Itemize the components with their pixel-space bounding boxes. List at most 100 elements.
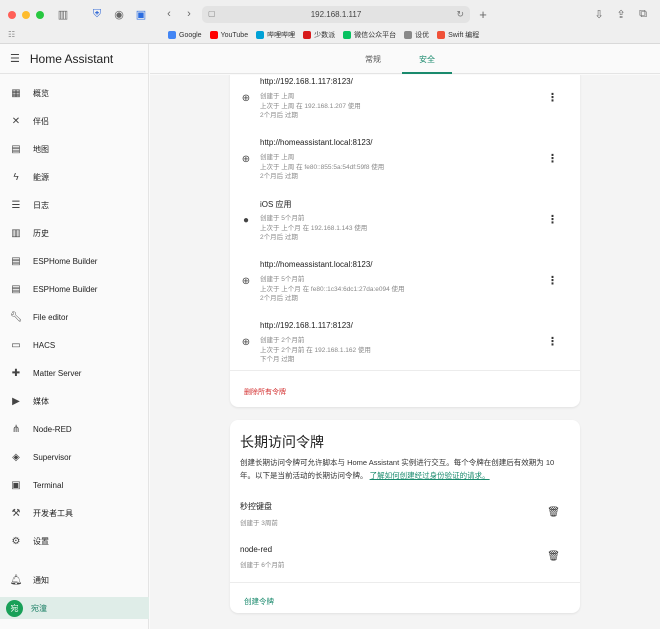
more-vert-icon[interactable]: ⋮ — [547, 91, 558, 104]
tab-general[interactable]: 常规 — [348, 44, 398, 74]
sidebar-header: ☰ Home Assistant — [0, 44, 148, 74]
close-window-button[interactable] — [8, 11, 16, 19]
sidebar-item[interactable]: ◈ Supervisor — [0, 446, 149, 468]
token-created: 创建于 2个月前 — [260, 337, 305, 344]
sidebar-item-label: Matter Server — [33, 368, 82, 378]
delete-token-button[interactable]: 🗑︎ — [547, 551, 560, 562]
globe-icon: ⊕ — [241, 153, 251, 165]
sidebar-item-label: ESPHome Builder — [33, 256, 98, 266]
sidebar-item[interactable]: ▥ 历史 — [0, 222, 149, 244]
minimize-window-button[interactable] — [22, 11, 30, 19]
sidebar-item[interactable]: ✚ Matter Server — [0, 362, 149, 384]
bookmark-favicon-icon — [303, 31, 312, 39]
token-title: http://homeassistant.local:8123/ — [260, 260, 373, 269]
sidebar-item[interactable]: ▭ HACS — [0, 334, 149, 356]
extension-icon[interactable]: ◉ — [112, 7, 126, 21]
bookmark-item[interactable]: 哔哩哔哩 — [256, 30, 295, 40]
menu-icon[interactable]: ☰ — [10, 52, 20, 65]
token-created: 创建于 5个月前 — [260, 215, 305, 222]
sidebar-item-label: Supervisor — [33, 452, 72, 462]
more-vert-icon[interactable]: ⋮ — [547, 152, 558, 165]
avatar: 宛 — [6, 599, 23, 617]
refresh-tokens-card: ⊕ http://192.168.1.117:8123/创建于 上周 上次于 上周 … — [230, 75, 580, 407]
sidebar-item-label: 媒体 — [33, 396, 49, 406]
sidebar-item-label: 通知 — [33, 575, 49, 585]
bookmark-item[interactable]: 少数派 — [303, 30, 335, 40]
token-created: 创建于 3周前 — [240, 520, 278, 527]
bookmark-item[interactable]: Swift 编程 — [437, 30, 479, 40]
tabs-overview-icon[interactable]: ⧉ — [636, 7, 650, 21]
profile-tabs: 常规 安全 — [150, 44, 660, 74]
sidebar-item-label: 地图 — [33, 144, 49, 154]
more-vert-icon[interactable]: ⋮ — [547, 274, 558, 287]
token-last-used: 上次于 2个月前 在 192.168.1.162 使用 — [260, 346, 371, 354]
more-vert-icon[interactable]: ⋮ — [547, 213, 558, 226]
sidebar-item-label: 宛潼 — [31, 603, 47, 613]
address-bar[interactable]: ▢ 192.168.1.117 ↻ — [202, 6, 470, 23]
download-icon[interactable]: ⇩ — [592, 7, 606, 21]
token-title: http://192.168.1.117:8123/ — [260, 77, 353, 86]
bookmark-item[interactable]: Google — [168, 31, 202, 39]
reload-icon[interactable]: ↻ — [456, 9, 464, 20]
token-expires: 2个月后 过期 — [260, 295, 298, 302]
sidebar-item[interactable]: ☰ 日志 — [0, 194, 149, 216]
tools-icon: ✕ — [11, 115, 21, 127]
card-divider — [230, 370, 580, 371]
trash-icon: 🗑︎ — [547, 507, 560, 518]
tab-security[interactable]: 安全 — [402, 44, 452, 74]
token-last-used: 上次于 上个月 在 192.168.1.143 使用 — [260, 224, 368, 232]
back-icon[interactable]: ‹ — [162, 7, 176, 21]
sidebar-item[interactable]: ▦ 概览 — [0, 82, 149, 104]
bookmark-label: 微信公众平台 — [354, 32, 397, 39]
sidebar-item[interactable]: ⋔ Node-RED — [0, 418, 149, 440]
sidebar-item[interactable]: ✕ 伴侣 — [0, 110, 149, 132]
bookmark-favicon-icon — [404, 31, 413, 39]
long-lived-title: 长期访问令牌 — [240, 434, 324, 450]
sidebar-item-label: Node-RED — [33, 424, 72, 434]
sidebar-item-label: Terminal — [33, 480, 64, 490]
bell-icon: 🔔︎ — [9, 574, 23, 586]
bookmark-item[interactable]: 微信公众平台 — [343, 30, 396, 40]
card-divider — [230, 582, 580, 583]
sidebar-item[interactable]: ▣ Terminal — [0, 474, 149, 496]
sidebar-item[interactable]: ϟ 能源 — [0, 166, 149, 188]
sidebar-item[interactable]: ⚒ 开发者工具 — [0, 502, 149, 524]
lightning-icon: ϟ — [13, 171, 19, 183]
forward-icon[interactable]: › — [182, 7, 196, 21]
sidebar-item[interactable]: ▤ ESPHome Builder — [0, 250, 149, 272]
bookmark-item[interactable]: YouTube — [209, 31, 248, 39]
delete-all-tokens-button[interactable]: 删除所有令牌 — [244, 387, 286, 397]
sidebar-item[interactable]: ⚙ 设置 — [0, 530, 149, 552]
extension-icon[interactable]: ▣ — [134, 7, 148, 21]
create-token-button[interactable]: 创建令牌 — [244, 596, 274, 607]
sidebar-item-label: 日志 — [33, 200, 49, 210]
trash-icon: 🗑︎ — [547, 551, 560, 562]
sidebar-item-label: File editor — [33, 312, 69, 322]
sidebar-item[interactable]: ▤ 地图 — [0, 138, 149, 160]
sidebar-item-profile[interactable]: 宛 宛潼 — [0, 597, 149, 619]
bookmark-favicon-icon — [437, 31, 446, 39]
token-expires: 2个月后 过期 — [260, 234, 298, 241]
new-tab-icon[interactable]: + — [476, 7, 490, 22]
dashboard-icon: ▦ — [11, 87, 21, 99]
delete-token-button[interactable]: 🗑︎ — [547, 507, 560, 518]
share-icon[interactable]: ⇪ — [614, 7, 628, 21]
globe-icon: ⊕ — [241, 92, 251, 104]
learn-more-link[interactable]: 了解如何创建经过身份验证的请求。 — [370, 471, 490, 480]
maximize-window-button[interactable] — [36, 11, 44, 19]
shield-icon[interactable]: ⛨ — [90, 7, 104, 21]
bookmark-label: 少数派 — [314, 32, 336, 39]
sidebar-item[interactable]: ▤ ESPHome Builder — [0, 278, 149, 300]
long-lived-tokens-card: 长期访问令牌 创建长期访问令牌可允许脚本与 Home Assistant 实例进… — [230, 420, 580, 613]
list-item: 秒控键盘 创建于 3周前 🗑︎ — [240, 501, 570, 531]
more-vert-icon[interactable]: ⋮ — [547, 335, 558, 348]
token-title: http://homeassistant.local:8123/ — [260, 138, 373, 147]
sidebar-item[interactable]: ▶ 媒体 — [0, 390, 149, 412]
list-item: ⊕ http://192.168.1.117:8123/创建于 上周 上次于 上周 … — [230, 77, 580, 137]
sidebar-item[interactable]: 🔧︎ File editor — [0, 306, 149, 328]
bookmark-item[interactable]: 设优 — [404, 30, 429, 40]
sidebar-item-notifications[interactable]: 🔔︎ 通知 — [0, 569, 149, 591]
sidebar-toggle-icon[interactable]: ▥ — [56, 7, 70, 21]
token-created: 创建于 上周 — [260, 93, 295, 100]
wrench-icon: 🔧︎ — [9, 311, 23, 323]
